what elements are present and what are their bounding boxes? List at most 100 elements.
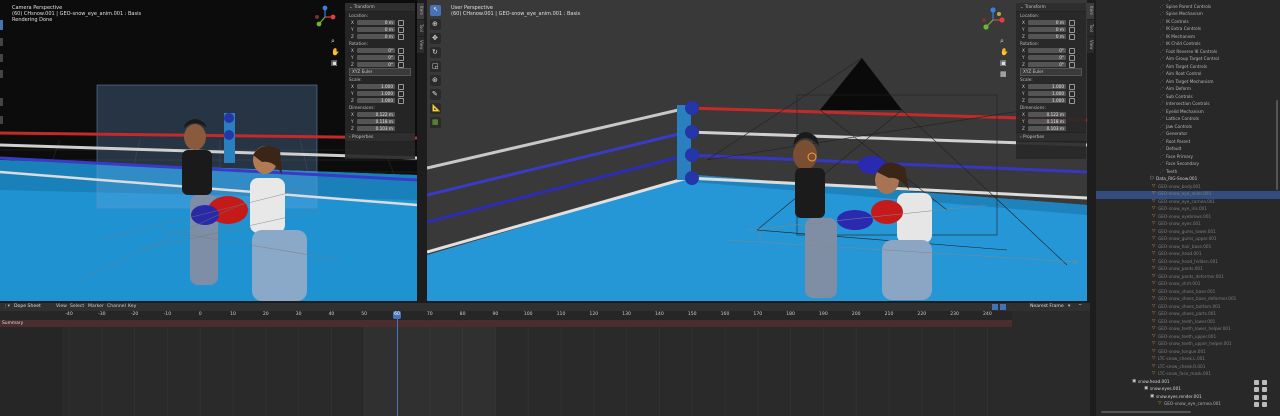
outliner-collection[interactable]: ▣ snow.eyes.render.001 [1096, 394, 1280, 402]
outliner-item[interactable]: ▽ GEO-snow_eye_iris.001 [1096, 206, 1280, 214]
outliner-item[interactable]: ⋰ Aim Root Control [1096, 71, 1280, 79]
outliner-item-active[interactable]: ▽ GEO-snow_eye_anim.001 [1096, 191, 1280, 199]
outliner-item[interactable]: ▽ GEO-snow_teeth_lower_helper.001 [1096, 326, 1280, 334]
snap-mode-select[interactable]: Nearest Frame [1030, 303, 1064, 311]
outliner-item[interactable]: ⋰ Aim Deform [1096, 86, 1280, 94]
outliner-item[interactable]: ⋰ Teeth [1096, 169, 1280, 177]
outliner-item[interactable]: ▽ GEO-snow_hair_base.001 [1096, 244, 1280, 252]
rotate-tool-icon[interactable]: ↻ [430, 47, 441, 58]
outliner-item[interactable]: ▽ GEO-snow_eye_cornea.001 [1096, 401, 1280, 409]
outliner-item[interactable]: ⋰ IK Controls [1096, 19, 1280, 27]
eye-icon[interactable] [1254, 387, 1259, 392]
pan-hand-icon[interactable]: ✋ [1000, 48, 1009, 56]
select-tool-icon[interactable]: ↖ [430, 5, 441, 16]
lock-icon[interactable] [398, 62, 404, 68]
rotation-x-field[interactable]: 0° [1028, 48, 1066, 53]
rotation-x-field[interactable]: 0° [357, 48, 395, 53]
outliner-collection[interactable]: ▣ snow.eyes.001 [1096, 386, 1280, 394]
scale-z-field[interactable]: 1.000 [357, 98, 395, 103]
scale-tool-icon[interactable]: ◲ [430, 61, 441, 72]
toolbar-edge-icon[interactable] [0, 54, 3, 62]
outliner-item[interactable]: ⋰ Aim Target Controls [1096, 64, 1280, 72]
outliner-item[interactable]: ▽ GEO-snow_tongue.001 [1096, 349, 1280, 357]
outliner-item[interactable]: ▽ GEO-snow_eyebrows.001 [1096, 214, 1280, 222]
filter-icon[interactable]: ⌔ [1078, 303, 1082, 311]
outliner-item[interactable]: ▽ GEO-snow_shoes_base_deformer.001 [1096, 296, 1280, 304]
eye-icon[interactable] [1254, 379, 1259, 385]
outliner-item[interactable]: ▽ GEO-snow_shoes_bottom.001 [1096, 304, 1280, 312]
scale-z-field[interactable]: 1.000 [1028, 98, 1066, 103]
outliner-item[interactable]: ⋰ IK Mechanism [1096, 34, 1280, 42]
outliner-item[interactable]: ▽ GEO-snow_teeth_upper_helper.001 [1096, 341, 1280, 349]
outliner-item[interactable]: ▽ GEO-snow_body.001 [1096, 184, 1280, 192]
grid-icon[interactable]: ▦ [1000, 70, 1007, 78]
dimension-y-field[interactable]: 0.118 m [1028, 119, 1066, 124]
outliner-item[interactable]: ⋰ Face Secondary [1096, 161, 1280, 169]
outliner-item[interactable]: ⋰ IK Child Controls [1096, 41, 1280, 49]
outliner-collection[interactable]: ⬡ Data_RIG-Snow.001 [1096, 176, 1280, 184]
menu-key[interactable]: Key [128, 303, 136, 311]
lock-icon[interactable] [1069, 62, 1075, 68]
toolbar-edge-icon[interactable] [0, 98, 3, 106]
outliner-item[interactable]: ▽ LTC-snow_cheek.R.001 [1096, 364, 1280, 372]
outliner-item[interactable]: ⋰ Lattice Controls [1096, 116, 1280, 124]
add-cube-tool-icon[interactable]: ▦ [430, 117, 441, 128]
pan-hand-icon[interactable]: ✋ [331, 48, 340, 56]
transform-header[interactable]: ⌄ Transform [1016, 3, 1086, 12]
outliner-item[interactable]: ⋰ Intersection Controls [1096, 101, 1280, 109]
outliner-item[interactable]: ⋰ Spine Mechanism [1096, 11, 1280, 19]
sidebar-tab-item[interactable]: Item [417, 3, 424, 19]
outliner-item[interactable]: ⋰ Aim Group Target Control [1096, 56, 1280, 64]
camera-render-icon[interactable] [1262, 379, 1267, 385]
dimension-z-field[interactable]: 0.103 m [357, 126, 395, 131]
scale-x-field[interactable]: 1.000 [1028, 84, 1066, 89]
rotation-z-field[interactable]: 0° [357, 62, 395, 67]
filter-icon[interactable]: ▾ [1068, 303, 1070, 311]
location-x-field[interactable]: 0 m [1028, 20, 1066, 25]
rotation-z-field[interactable]: 0° [1028, 62, 1066, 67]
outliner-item[interactable]: ⋰ Aim Target Mechanism [1096, 79, 1280, 87]
outliner-item[interactable]: ⋰ Root Parent [1096, 139, 1280, 147]
user-viewport[interactable]: User Perspective (60) CHsnow.001 | GEO-s… [427, 0, 1087, 301]
outliner-item[interactable]: ▽ LTC-snow_cheek.L.001 [1096, 356, 1280, 364]
lock-icon[interactable] [398, 34, 404, 40]
dimension-y-field[interactable]: 0.118 m [357, 119, 395, 124]
toolbar-edge-icon[interactable] [0, 70, 3, 78]
outliner-item[interactable]: ▽ GEO-snow_pants_deformer.001 [1096, 274, 1280, 282]
outliner-item[interactable]: ⋰ Spine Parent Controls [1096, 4, 1280, 12]
camera-icon[interactable]: ▣ [1000, 59, 1007, 67]
lock-icon[interactable] [1069, 34, 1075, 40]
rotation-y-field[interactable]: 0° [1028, 55, 1066, 60]
snap-toggle-icon[interactable] [992, 304, 998, 310]
outliner-item[interactable]: ⋰ IK Extra Controls [1096, 26, 1280, 34]
location-z-field[interactable]: 0 m [1028, 34, 1066, 39]
outliner-item[interactable]: ⋰ Generator [1096, 131, 1280, 139]
location-y-field[interactable]: 0 m [1028, 27, 1066, 32]
location-y-field[interactable]: 0 m [357, 27, 395, 32]
outliner-item[interactable]: ⋰ Eyelid Mechanism [1096, 109, 1280, 117]
menu-view[interactable]: View [56, 303, 67, 311]
lock-icon[interactable] [398, 98, 404, 104]
scale-y-field[interactable]: 1.000 [357, 91, 395, 96]
outliner-hscroll[interactable] [1101, 411, 1191, 413]
rotation-y-field[interactable]: 0° [357, 55, 395, 60]
camera-render-icon[interactable] [1262, 387, 1267, 392]
camera-render-icon[interactable] [1262, 394, 1267, 400]
toolbar-edge-icon[interactable] [0, 116, 3, 124]
navigation-gizmo[interactable] [313, 5, 337, 29]
frame-ruler[interactable]: -40 -30 -20 -10 0 10 20 30 40 50 60 70 80 90 100 110 120… [62, 311, 1012, 320]
outliner-item[interactable]: ▽ GEO-snow_gums_upper.001 [1096, 236, 1280, 244]
dimension-x-field[interactable]: 0.122 m [1028, 112, 1066, 117]
outliner-item[interactable]: ⋰ Sub Controls [1096, 94, 1280, 102]
properties-header[interactable]: › Properties [1016, 132, 1086, 142]
cursor-tool-icon[interactable]: ⊕ [430, 19, 441, 30]
dimension-z-field[interactable]: 0.103 m [1028, 126, 1066, 131]
outliner-item[interactable]: ⋰ Jaw Controls [1096, 124, 1280, 132]
navigation-gizmo[interactable] [980, 7, 1006, 33]
transform-tool-icon[interactable]: ⊛ [430, 75, 441, 86]
menu-marker[interactable]: Marker [88, 303, 104, 311]
dopesheet-area[interactable]: Summary [0, 320, 1012, 416]
outliner-item[interactable]: ▽ GEO-snow_teeth_upper.001 [1096, 334, 1280, 342]
location-z-field[interactable]: 0 m [357, 34, 395, 39]
toolbar-edge-icon[interactable] [0, 20, 3, 30]
